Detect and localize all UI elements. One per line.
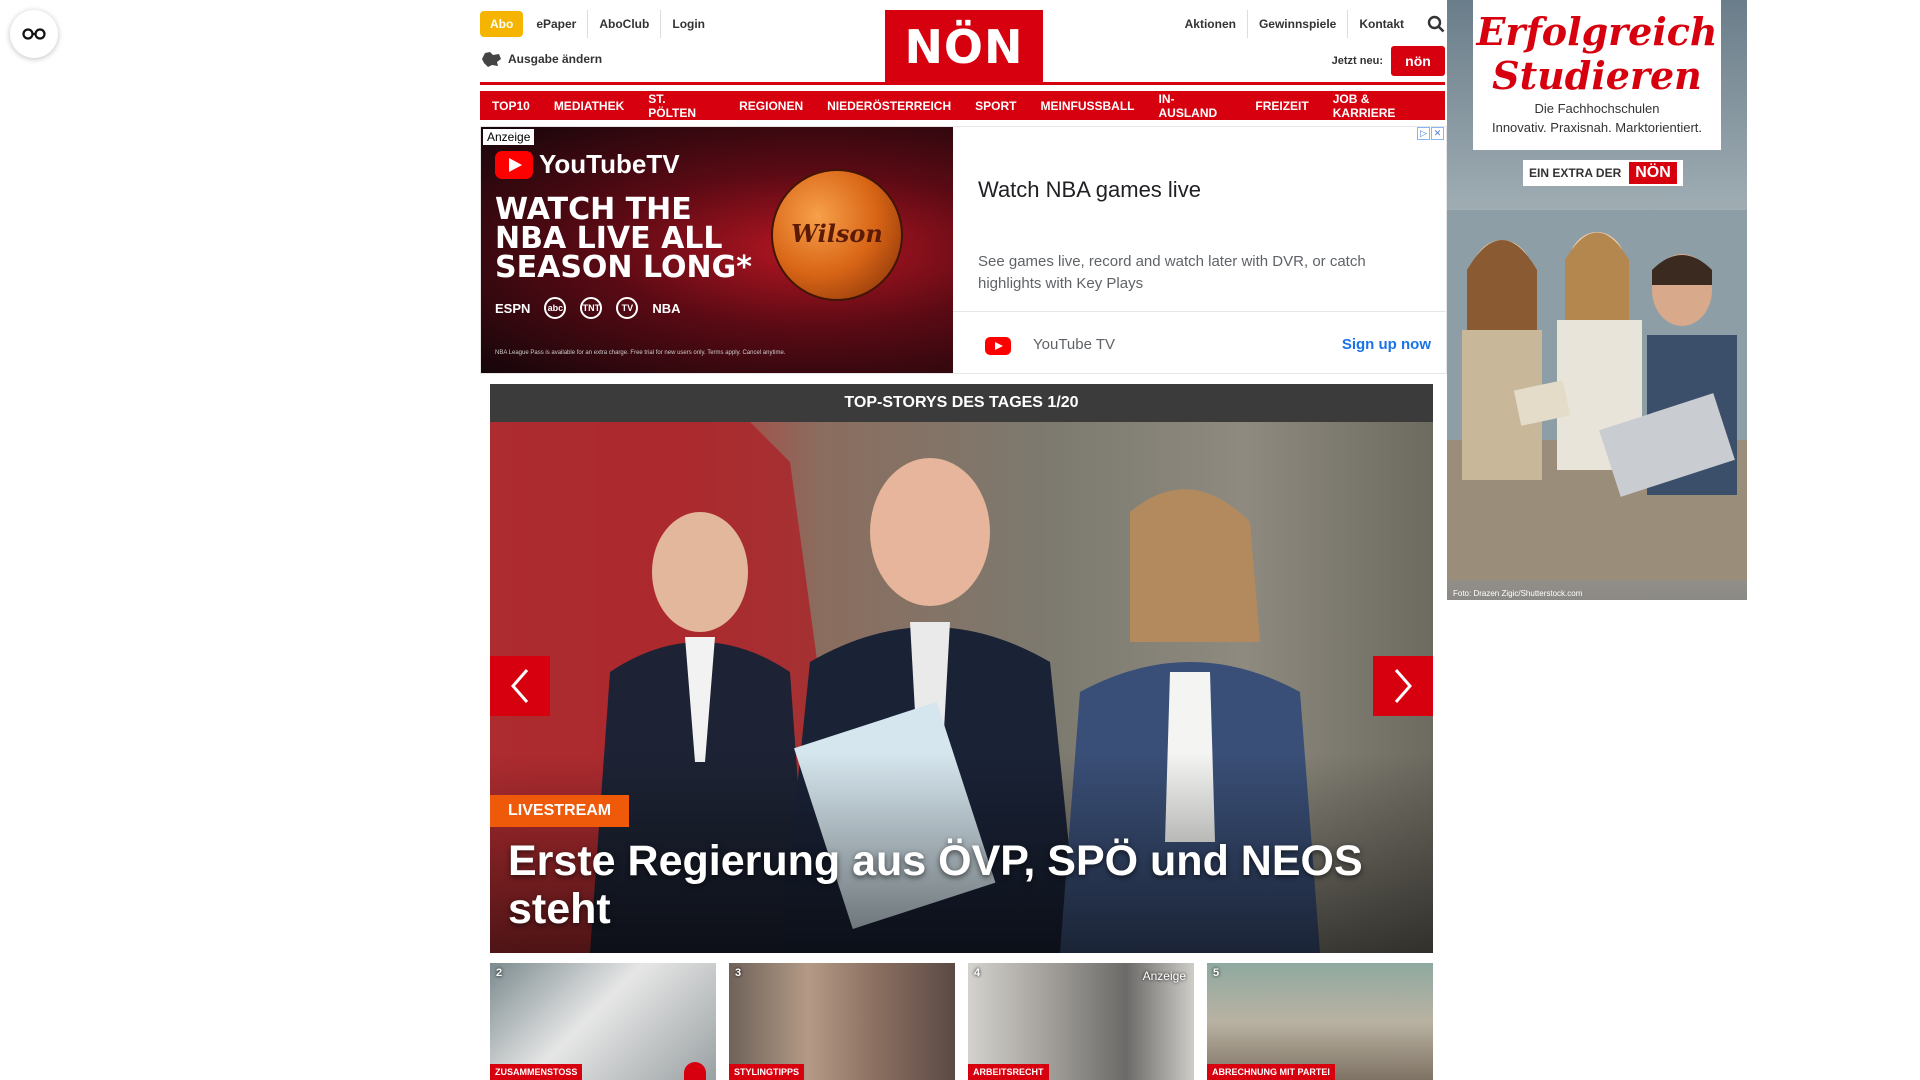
top-nav-left: Abo ePaper AboClub Login	[480, 10, 716, 38]
sidebar-ad-subtitle-2: Innovativ. Praxisnah. Marktorientiert.	[1491, 120, 1702, 135]
sidebar-ad[interactable]: Erfolgreich Studieren Die Fachhochschule…	[1447, 0, 1747, 600]
story-thumbnails: 2 ZUSAMMENSTOSS 3 STYLINGTIPPS 4 Anzeige…	[490, 963, 1433, 1080]
aktionen-link[interactable]: Aktionen	[1174, 10, 1247, 38]
photo-credit: Foto: Drazen Zigic/Shutterstock.com	[1453, 589, 1583, 598]
sidebar-ad-title: Erfolgreich Studieren	[1476, 9, 1718, 98]
ad-creative[interactable]: Anzeige YouTubeTV WATCH THE NBA LIVE ALL…	[481, 127, 953, 373]
thumb-category: ABRECHNUNG MIT PARTEI	[1207, 1064, 1335, 1080]
hero-headline[interactable]: Erste Regierung aus ÖVP, SPÖ und NEOS st…	[508, 837, 1388, 933]
ad-headline: WATCH THE NBA LIVE ALL SEASON LONG*	[495, 192, 752, 285]
site-header: Abo ePaper AboClub Login Ausgabe ändern …	[480, 0, 1445, 86]
chevron-left-icon	[511, 669, 529, 703]
thumb-category: STYLINGTIPPS	[729, 1064, 805, 1080]
jetzt-neu-badge: nön	[1391, 46, 1445, 76]
chevron-right-icon	[1394, 669, 1412, 703]
ad-description: See games live, record and watch later w…	[978, 253, 1366, 292]
login-link[interactable]: Login	[660, 10, 716, 38]
gewinnspiele-link[interactable]: Gewinnspiele	[1246, 10, 1347, 38]
nav-item-st-poelten[interactable]: ST. PÖLTEN	[636, 91, 728, 120]
story-thumb-5[interactable]: 5 ABRECHNUNG MIT PARTEI	[1207, 963, 1433, 1080]
jetzt-neu-label: Jetzt neu:	[1331, 55, 1383, 67]
slider-prev-button[interactable]	[490, 656, 550, 716]
story-thumb-2[interactable]: 2 ZUSAMMENSTOSS	[490, 963, 716, 1080]
top-nav-right: Aktionen Gewinnspiele Kontakt	[1174, 10, 1445, 38]
glasses-icon	[22, 28, 46, 40]
epaper-link[interactable]: ePaper	[525, 10, 587, 38]
search-button[interactable]	[1415, 10, 1445, 38]
ad-label: Anzeige	[483, 129, 535, 145]
edition-switcher[interactable]: Ausgabe ändern	[480, 50, 602, 68]
nba-logo: NBA	[652, 300, 681, 316]
sidebar-ad-card: Erfolgreich Studieren Die Fachhochschule…	[1473, 0, 1721, 150]
youtube-small-icon	[985, 337, 1011, 355]
thumb-number: 5	[1213, 967, 1220, 979]
nav-item-job-karriere[interactable]: JOB & KARRIERE	[1320, 91, 1445, 120]
ad-footer: YouTube TV Sign up now	[953, 311, 1446, 373]
basketball-image: Wilson	[771, 169, 903, 301]
espn-logo: ESPN	[495, 300, 531, 316]
edition-label: Ausgabe ändern	[508, 52, 603, 66]
ad-title[interactable]: Watch NBA games live	[978, 177, 1201, 203]
adchoices-button[interactable]: ▷ ✕	[1416, 127, 1444, 140]
kontakt-link[interactable]: Kontakt	[1347, 10, 1415, 38]
camera-icon	[684, 1062, 706, 1080]
nav-item-mediathek[interactable]: MEDIATHEK	[541, 91, 637, 120]
ball-brand: Wilson	[791, 219, 883, 248]
students-photo	[1447, 210, 1747, 580]
nav-item-regionen[interactable]: REGIONEN	[727, 91, 816, 120]
tv-logo: TV	[616, 297, 639, 319]
story-thumb-4[interactable]: 4 Anzeige ARBEITSRECHT	[968, 963, 1194, 1080]
nav-item-in-ausland[interactable]: IN-AUSLAND	[1146, 91, 1244, 120]
nav-item-meinfussball[interactable]: MEINFUSSBALL	[1028, 91, 1147, 120]
slider-next-button[interactable]	[1373, 656, 1433, 716]
lower-austria-map-icon	[482, 52, 501, 67]
category-nav: TOP10 MEDIATHEK ST. PÖLTEN REGIONEN NIED…	[480, 91, 1445, 120]
abo-button[interactable]: Abo	[480, 11, 524, 37]
extra-label: EIN EXTRA DER NÖN	[1523, 160, 1683, 186]
youtube-tv-logo: YouTubeTV	[495, 149, 680, 180]
abc-logo: abc	[544, 297, 567, 319]
top-stories-title: TOP-STORYS DES TAGES 1/20	[490, 384, 1433, 422]
youtube-tv-ad[interactable]: Anzeige YouTubeTV WATCH THE NBA LIVE ALL…	[480, 126, 1447, 374]
youtube-play-icon	[495, 150, 533, 179]
tnt-logo: TNT	[580, 297, 603, 319]
ad-advertiser: YouTube TV	[1033, 336, 1116, 353]
noen-logo[interactable]: NÖN	[885, 10, 1043, 84]
hero-story[interactable]: LIVESTREAM Erste Regierung aus ÖVP, SPÖ …	[490, 422, 1433, 953]
aboclub-link[interactable]: AboClub	[587, 10, 660, 38]
thumb-number: 4	[974, 967, 981, 979]
network-logos: ESPN abc TNT TV NBA	[495, 297, 681, 319]
close-ad-icon[interactable]: ✕	[1431, 127, 1444, 140]
ad-text-panel[interactable]: ▷ ✕ Watch NBA games live See games live,…	[953, 127, 1446, 373]
header-divider	[480, 82, 1445, 85]
extra-badge: NÖN	[1629, 162, 1677, 184]
thumb-category: ZUSAMMENSTOSS	[490, 1064, 583, 1080]
nav-item-sport[interactable]: SPORT	[963, 91, 1029, 120]
nav-item-niederoesterreich[interactable]: NIEDERÖSTERREICH	[815, 91, 964, 120]
livestream-tag: LIVESTREAM	[490, 795, 630, 827]
adchoices-icon: ▷	[1417, 127, 1430, 140]
jetzt-neu-promo[interactable]: Jetzt neu: nön	[1332, 46, 1445, 76]
reader-mode-button[interactable]	[10, 10, 58, 58]
ad-brand: YouTubeTV	[539, 149, 680, 179]
sponsored-label: Anzeige	[1142, 969, 1186, 983]
thumb-category: ARBEITSRECHT	[968, 1064, 1049, 1080]
ad-cta-link[interactable]: Sign up now	[1342, 336, 1431, 353]
extra-text: EIN EXTRA DER	[1529, 166, 1622, 180]
nav-item-freizeit[interactable]: FREIZEIT	[1243, 91, 1321, 120]
thumb-number: 2	[496, 967, 503, 979]
sidebar-ad-subtitle-1: Die Fachhochschulen	[1534, 101, 1660, 116]
ad-fine-print: NBA League Pass is available for an extr…	[495, 350, 786, 356]
story-thumb-3[interactable]: 3 STYLINGTIPPS	[729, 963, 955, 1080]
top-stories-slider: TOP-STORYS DES TAGES 1/20 LIVESTREAM Ers…	[490, 384, 1433, 953]
search-icon	[1427, 15, 1445, 33]
nav-item-top10[interactable]: TOP10	[480, 91, 542, 120]
thumb-number: 3	[735, 967, 742, 979]
